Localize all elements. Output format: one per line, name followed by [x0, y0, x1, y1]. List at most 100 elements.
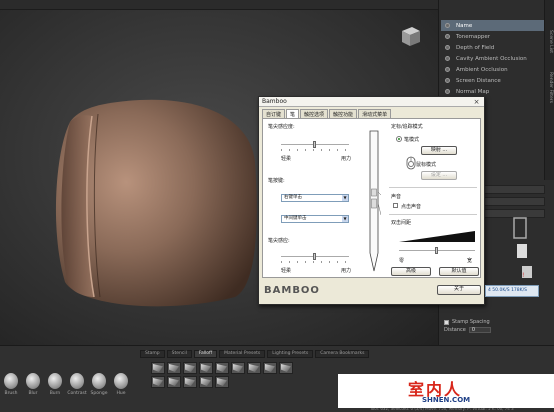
- falloff-thumbnail[interactable]: [151, 362, 165, 374]
- distance-field[interactable]: 0: [468, 327, 491, 333]
- pillow-model: [55, 99, 257, 307]
- double-click-slider[interactable]: [399, 247, 475, 255]
- falloff-thumbnail[interactable]: [183, 376, 197, 388]
- navigation-cube-icon[interactable]: [398, 24, 422, 48]
- falloff-thumbnail[interactable]: [279, 362, 293, 374]
- stamp-spacing-checkbox[interactable]: [444, 319, 449, 325]
- filter-label: Name: [456, 22, 473, 29]
- falloff-thumbnail[interactable]: [263, 362, 277, 374]
- tip-feel-right-label: 用力: [341, 156, 352, 162]
- filter-item-tonemapper[interactable]: Tonemapper: [441, 31, 545, 42]
- pen-mode-radio[interactable]: [396, 136, 402, 142]
- filter-label: Screen Distance: [456, 77, 501, 84]
- slider-ticks: [281, 261, 349, 263]
- tracking-label: 定标/追踪模式: [391, 124, 423, 130]
- mouse-mode-radio[interactable]: [408, 161, 414, 167]
- filter-item-name[interactable]: Name: [441, 20, 545, 31]
- upper-button-select[interactable]: 右键单击 ▼: [281, 194, 349, 202]
- filter-toggle-icon[interactable]: [445, 45, 450, 50]
- tool-sponge[interactable]: Sponge: [88, 360, 110, 396]
- pen-mode-label: 笔模式: [404, 137, 420, 143]
- filter-toggle-icon[interactable]: [445, 56, 450, 61]
- distance-label: Distance: [444, 327, 466, 333]
- filter-label: Tonemapper: [456, 33, 491, 40]
- tab-scene-list[interactable]: Scene List: [548, 30, 553, 53]
- sponge-icon: [92, 373, 106, 389]
- pen-illustration: [369, 130, 381, 272]
- falloff-thumbnail[interactable]: [215, 362, 229, 374]
- lower-button-select[interactable]: 中间键单击 ▼: [281, 215, 349, 223]
- filter-item-ambient-occlusion[interactable]: Ambient Occlusion: [441, 64, 545, 75]
- tip-feel-label: 笔尖感应度:: [268, 124, 295, 130]
- watermark-url: SHNEN.COM: [422, 396, 471, 404]
- shelf-tab-lighting-presets[interactable]: Lighting Presets: [267, 350, 314, 358]
- shelf-tab-camera-bookmarks[interactable]: Camera Bookmarks: [315, 350, 370, 358]
- upper-button-value: 右键单击: [284, 195, 302, 200]
- chevron-down-icon: ▼: [342, 216, 348, 222]
- mouse-settings-button[interactable]: 设定 ...: [421, 171, 457, 180]
- divider: [389, 214, 477, 215]
- filter-toggle-icon[interactable]: [445, 23, 450, 28]
- mouse-mode-label: 鼠标模式: [416, 162, 437, 168]
- filter-toggle-icon[interactable]: [445, 78, 450, 83]
- tool-side-icons[interactable]: !: [508, 214, 536, 284]
- eraser-feel-right-label: 用力: [341, 268, 352, 274]
- filter-toggle-icon[interactable]: [445, 67, 450, 72]
- falloff-thumbnail[interactable]: [199, 362, 213, 374]
- about-button[interactable]: 关于: [437, 285, 481, 295]
- sound-checkbox-label: 点击声音: [401, 204, 422, 210]
- tool-label: Hue: [116, 391, 126, 396]
- filter-toggle-icon[interactable]: [445, 89, 450, 94]
- eraser-feel-slider[interactable]: [281, 253, 349, 263]
- falloff-thumbnail[interactable]: [247, 362, 261, 374]
- eraser-feel-left-label: 轻柔: [281, 268, 292, 274]
- bamboo-dialog: Bamboo × 自订键 笔 触控选项 触控功能 滑动式菜单 笔尖感应度: 轻柔…: [258, 96, 485, 305]
- shelf-tab-stamp[interactable]: Stamp: [140, 350, 165, 358]
- blur-icon: [26, 373, 40, 389]
- tool-contrast[interactable]: Contrast: [66, 360, 88, 396]
- falloff-thumbnail[interactable]: [167, 362, 181, 374]
- default-button[interactable]: 默认值: [439, 267, 479, 276]
- hue-icon: [114, 373, 128, 389]
- falloff-thumbnail[interactable]: [231, 362, 245, 374]
- filter-label: Normal Map: [456, 88, 490, 95]
- mapping-button[interactable]: 映射 ...: [421, 146, 457, 155]
- bamboo-logo: BAMBOO: [264, 285, 320, 296]
- falloff-thumbnail[interactable]: [199, 376, 213, 388]
- tool-burn[interactable]: Burn: [44, 360, 66, 396]
- shelf-tab-material-presets[interactable]: Material Presets: [219, 350, 266, 358]
- tool-hue[interactable]: Hue: [110, 360, 132, 396]
- filter-label: Cavity Ambient Occlusion: [456, 55, 527, 62]
- close-icon[interactable]: ×: [472, 98, 481, 106]
- tool-label: Sponge: [90, 391, 108, 396]
- dialog-titlebar[interactable]: Bamboo ×: [259, 97, 484, 107]
- tool-blur[interactable]: Blur: [22, 360, 44, 396]
- falloff-thumbnail[interactable]: [167, 376, 181, 388]
- shelf-tab-stencil[interactable]: Stencil: [166, 350, 192, 358]
- tool-brush[interactable]: Brush: [0, 360, 22, 396]
- filter-item-cavity-ao[interactable]: Cavity Ambient Occlusion: [441, 53, 545, 64]
- chevron-down-icon: ▼: [342, 195, 348, 201]
- side-tab-strip: Scene List Render Filters: [544, 0, 554, 180]
- falloff-thumbnail[interactable]: [151, 376, 165, 388]
- tool-label: Burn: [49, 391, 61, 396]
- side-switch-label: 笔按键:: [268, 178, 285, 184]
- sound-checkbox[interactable]: [393, 203, 398, 208]
- filter-item-depth-of-field[interactable]: Depth of Field: [441, 42, 545, 53]
- shelf-tabs: Stamp Stencil Falloff Material Presets L…: [140, 350, 370, 358]
- burn-icon: [48, 373, 62, 389]
- shelf-tab-falloff[interactable]: Falloff: [193, 350, 218, 358]
- slider-knob[interactable]: [435, 247, 438, 254]
- stamp-spacing-label: Stamp Spacing: [452, 319, 490, 325]
- slider-knob[interactable]: [313, 253, 316, 260]
- slider-knob[interactable]: [313, 141, 316, 148]
- advanced-button[interactable]: 高级: [391, 267, 431, 276]
- falloff-thumbnail[interactable]: [183, 362, 197, 374]
- filter-item-screen-distance[interactable]: Screen Distance: [441, 75, 545, 86]
- tab-render-filters[interactable]: Render Filters: [548, 72, 553, 103]
- tip-feel-slider[interactable]: [281, 141, 349, 151]
- viewport-top-strip: [0, 0, 438, 10]
- double-click-left-label: 零: [399, 258, 405, 264]
- filter-toggle-icon[interactable]: [445, 34, 450, 39]
- falloff-thumbnail[interactable]: [215, 376, 229, 388]
